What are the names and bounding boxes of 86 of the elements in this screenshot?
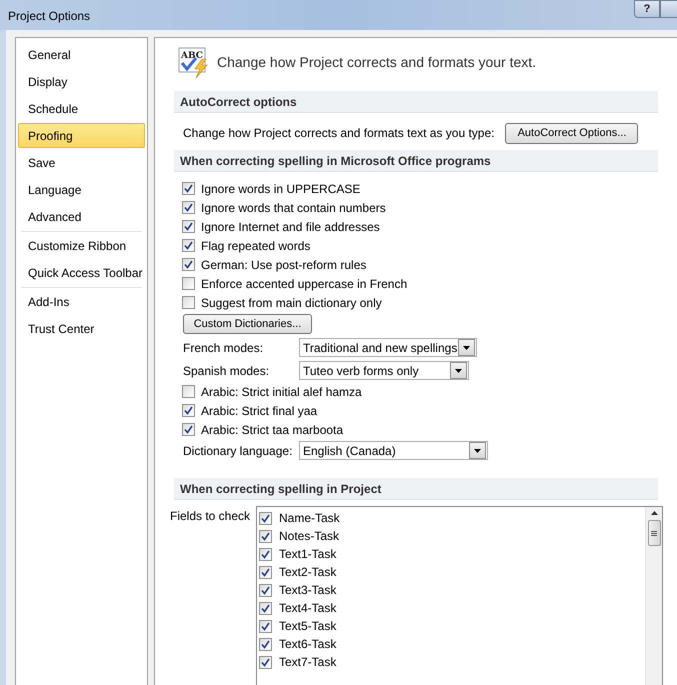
autocorrect-label: Change how Project corrects and formats text as you type: xyxy=(183,125,494,142)
sidebar-item[interactable]: Schedule xyxy=(18,96,145,121)
field-label: Text7-Task xyxy=(279,654,336,671)
field-label: Name-Task xyxy=(279,510,340,527)
option-label: Suggest from main dictionary only xyxy=(201,294,382,312)
field-label: Text6-Task xyxy=(279,636,336,653)
sidebar-item[interactable]: Proofing xyxy=(18,123,145,148)
checkbox[interactable] xyxy=(259,512,272,524)
scrollbar[interactable] xyxy=(645,507,662,685)
section-heading: When correcting spelling in Project xyxy=(174,478,658,500)
dropdown-label: Spanish modes: xyxy=(182,362,270,380)
checkbox[interactable] xyxy=(182,277,195,290)
checkbox[interactable] xyxy=(259,656,272,668)
checkbox[interactable] xyxy=(182,239,195,252)
checkbox[interactable] xyxy=(182,296,195,309)
checkmark-icon xyxy=(184,203,193,212)
checkmark-icon xyxy=(184,222,193,231)
custom-dictionaries-button[interactable]: Custom Dictionaries... xyxy=(183,314,312,334)
dropdown[interactable]: English (Canada) xyxy=(299,441,488,460)
checkbox[interactable] xyxy=(182,182,195,195)
help-button[interactable]: ? xyxy=(634,0,660,18)
checkbox[interactable] xyxy=(182,385,195,398)
dropdown-arrow-button[interactable] xyxy=(469,442,486,459)
fields-label: Fields to check xyxy=(170,508,252,525)
caret-icon xyxy=(455,368,462,372)
checkbox[interactable] xyxy=(259,566,272,578)
checkmark-icon xyxy=(184,260,193,269)
field-label: Text1-Task xyxy=(279,546,336,563)
autocorrect-options-button[interactable]: AutoCorrect Options... xyxy=(505,122,638,144)
section-heading: AutoCorrect options xyxy=(174,91,658,113)
page-description: Change how Project corrects and formats your text. xyxy=(217,53,536,72)
dropdown-arrow-button[interactable] xyxy=(450,362,467,379)
dropdown[interactable]: Traditional and new spellings xyxy=(299,338,477,357)
checkmark-icon xyxy=(184,425,193,434)
checkbox[interactable] xyxy=(259,530,272,542)
checkbox[interactable] xyxy=(259,548,272,560)
field-label: Text2-Task xyxy=(279,564,336,581)
sidebar-item[interactable]: General xyxy=(18,42,145,67)
field-label: Text5-Task xyxy=(279,618,336,635)
dropdown-value: Tuteo verb forms only xyxy=(303,362,419,380)
option-label: Arabic: Strict initial alef hamza xyxy=(201,384,362,400)
dropdown[interactable]: Tuteo verb forms only xyxy=(299,361,469,380)
option-label: Arabic: Strict taa marboota xyxy=(201,422,344,438)
window-title: Project Options xyxy=(8,8,90,25)
checkbox[interactable] xyxy=(259,638,272,650)
scroll-up-icon xyxy=(650,511,658,515)
option-label: Flag repeated words xyxy=(201,238,310,254)
option-label: Ignore words in UPPERCASE xyxy=(201,180,360,198)
checkmark-icon xyxy=(184,241,193,250)
sidebar-item[interactable]: Trust Center xyxy=(18,316,145,341)
checkbox[interactable] xyxy=(259,584,272,596)
checkbox[interactable] xyxy=(182,220,195,233)
sidebar-item[interactable]: Add-Ins xyxy=(18,289,145,314)
field-label: Text3-Task xyxy=(279,582,336,599)
close-button[interactable] xyxy=(660,0,677,18)
section-heading: When correcting spelling in Microsoft Office programs xyxy=(174,150,658,172)
checkbox[interactable] xyxy=(182,423,195,436)
scroll-thumb[interactable] xyxy=(648,520,660,546)
field-label: Notes-Task xyxy=(279,528,340,545)
option-label: Ignore words that contain numbers xyxy=(201,200,386,216)
sidebar-item[interactable]: Save xyxy=(18,150,145,175)
abc-text: ABC xyxy=(181,50,203,60)
checkmark-icon xyxy=(184,184,193,193)
option-label: Ignore Internet and file addresses xyxy=(201,218,380,236)
caret-icon xyxy=(474,448,481,452)
checkbox[interactable] xyxy=(259,602,272,614)
checkmark-icon xyxy=(184,406,193,415)
dropdown-label: Dictionary language: xyxy=(182,442,294,460)
dropdown-label: French modes: xyxy=(182,340,264,356)
dropdown-value: Traditional and new spellings xyxy=(303,340,458,356)
checkbox[interactable] xyxy=(182,201,195,214)
checkbox[interactable] xyxy=(259,620,272,632)
checkbox[interactable] xyxy=(182,404,195,417)
field-label: Text4-Task xyxy=(279,600,336,617)
sidebar-item[interactable]: Quick Access Toolbar xyxy=(18,260,145,285)
sidebar-item[interactable]: Display xyxy=(18,69,145,94)
sidebar-item[interactable]: Customize Ribbon xyxy=(18,233,145,258)
caret-icon xyxy=(463,346,470,350)
dropdown-arrow-button[interactable] xyxy=(458,339,475,356)
option-label: Enforce accented uppercase in French xyxy=(201,276,408,292)
option-label: Arabic: Strict final yaa xyxy=(201,402,318,420)
option-label: German: Use post-reform rules xyxy=(201,256,366,274)
sidebar-item[interactable]: Advanced xyxy=(18,204,145,229)
checkbox[interactable] xyxy=(182,258,195,271)
sidebar-item[interactable]: Language xyxy=(18,177,145,202)
dropdown-value: English (Canada) xyxy=(303,442,396,460)
